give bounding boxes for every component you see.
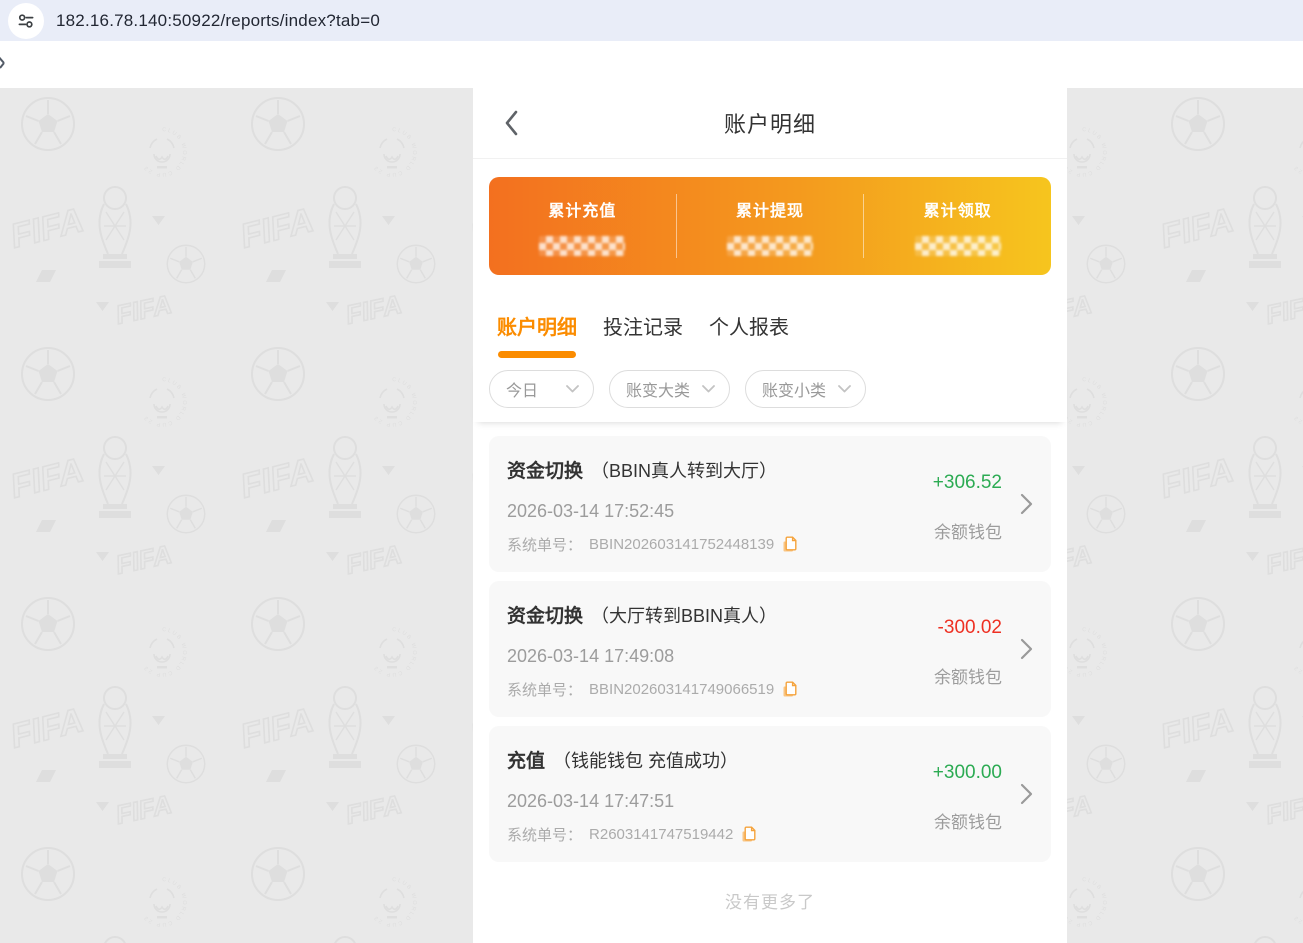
chevron-right-icon bbox=[1020, 637, 1033, 661]
order-label: 系统单号： bbox=[507, 534, 582, 555]
transaction-subtitle: （BBIN真人转到大厅） bbox=[591, 457, 777, 483]
tab-personal-report[interactable]: 个人报表 bbox=[709, 311, 789, 358]
chevron-right-icon bbox=[1020, 492, 1033, 516]
copy-icon bbox=[740, 826, 757, 844]
summary-total-received: 累计领取 bbox=[864, 177, 1051, 275]
copy-button[interactable] bbox=[781, 681, 798, 699]
no-more-text: 没有更多了 bbox=[489, 888, 1051, 943]
summary-total-withdrawal: 累计提现 bbox=[677, 177, 864, 275]
chevron-down-icon bbox=[566, 385, 579, 393]
filter-label: 今日 bbox=[506, 377, 538, 401]
transaction-amount: +300.00 bbox=[933, 762, 1002, 784]
order-number: BBIN202603141749066519 bbox=[589, 681, 774, 698]
summary-value-redacted bbox=[539, 236, 625, 256]
chevron-left-icon bbox=[503, 109, 519, 137]
back-button[interactable] bbox=[503, 108, 527, 138]
copy-icon bbox=[781, 681, 798, 699]
site-settings-button[interactable] bbox=[8, 3, 44, 39]
chevron-right-icon bbox=[1020, 782, 1033, 806]
copy-button[interactable] bbox=[781, 536, 798, 554]
transaction-type: 资金切换 bbox=[507, 456, 583, 483]
transaction-row[interactable]: 资金切换 （BBIN真人转到大厅） 2026-03-14 17:52:45 系统… bbox=[489, 436, 1051, 572]
order-number: BBIN202603141752448139 bbox=[589, 536, 774, 553]
filter-label: 账变大类 bbox=[626, 377, 690, 401]
clipped-glyph-artifact bbox=[0, 53, 9, 76]
tab-label: 投注记录 bbox=[603, 317, 683, 339]
transaction-row[interactable]: 资金切换 （大厅转到BBIN真人） 2026-03-14 17:49:08 系统… bbox=[489, 581, 1051, 717]
page-title: 账户明细 bbox=[724, 107, 816, 139]
filter-minor-type-dropdown[interactable]: 账变小类 bbox=[745, 370, 866, 408]
transaction-list: 资金切换 （BBIN真人转到大厅） 2026-03-14 17:52:45 系统… bbox=[473, 422, 1067, 943]
app-panel: 账户明细 累计充值 累计提现 累计领取 账户明细 bbox=[473, 88, 1067, 943]
transaction-type: 资金切换 bbox=[507, 601, 583, 628]
filter-bar: 今日 账变大类 账变小类 bbox=[473, 358, 1067, 422]
summary-label: 累计提现 bbox=[736, 197, 804, 221]
chevron-down-icon bbox=[702, 385, 715, 393]
transaction-subtitle: （钱能钱包 充值成功） bbox=[553, 747, 738, 773]
active-tab-underline bbox=[498, 351, 576, 358]
summary-label: 累计领取 bbox=[924, 197, 992, 221]
filter-date-dropdown[interactable]: 今日 bbox=[489, 370, 594, 408]
transaction-subtitle: （大厅转到BBIN真人） bbox=[591, 602, 777, 628]
transaction-wallet: 余额钱包 bbox=[934, 518, 1002, 543]
copy-button[interactable] bbox=[740, 826, 757, 844]
summary-card: 累计充值 累计提现 累计领取 bbox=[489, 177, 1051, 275]
transaction-wallet: 余额钱包 bbox=[934, 808, 1002, 833]
transaction-amount: +306.52 bbox=[933, 472, 1002, 494]
filter-label: 账变小类 bbox=[762, 377, 826, 401]
browser-url-bar: 182.16.78.140:50922/reports/index?tab=0 bbox=[0, 0, 1303, 41]
summary-label: 累计充值 bbox=[548, 197, 616, 221]
copy-icon bbox=[781, 536, 798, 554]
tab-label: 个人报表 bbox=[709, 317, 789, 339]
tab-bar: 账户明细 投注记录 个人报表 bbox=[473, 275, 1067, 358]
tab-label: 账户明细 bbox=[497, 317, 577, 339]
transaction-row[interactable]: 充值 （钱能钱包 充值成功） 2026-03-14 17:47:51 系统单号：… bbox=[489, 726, 1051, 862]
order-label: 系统单号： bbox=[507, 824, 582, 845]
chevron-down-icon bbox=[838, 385, 851, 393]
transaction-type: 充值 bbox=[507, 746, 545, 773]
summary-total-deposit: 累计充值 bbox=[489, 177, 676, 275]
page-background: CLUB WORLD CUP 23 FIFA FIFA bbox=[0, 88, 1303, 943]
page-header: 账户明细 bbox=[473, 88, 1067, 159]
summary-value-redacted bbox=[727, 236, 813, 256]
transaction-amount: -300.02 bbox=[938, 617, 1002, 639]
url-text[interactable]: 182.16.78.140:50922/reports/index?tab=0 bbox=[56, 11, 380, 31]
order-number: R2603141747519442 bbox=[589, 826, 733, 843]
site-settings-icon bbox=[18, 13, 34, 29]
summary-value-redacted bbox=[915, 236, 1001, 256]
transaction-wallet: 余额钱包 bbox=[934, 663, 1002, 688]
order-label: 系统单号： bbox=[507, 679, 582, 700]
page-top-strip bbox=[0, 41, 1303, 88]
tab-bet-records[interactable]: 投注记录 bbox=[603, 311, 683, 358]
filter-major-type-dropdown[interactable]: 账变大类 bbox=[609, 370, 730, 408]
tab-account-details[interactable]: 账户明细 bbox=[497, 311, 577, 358]
